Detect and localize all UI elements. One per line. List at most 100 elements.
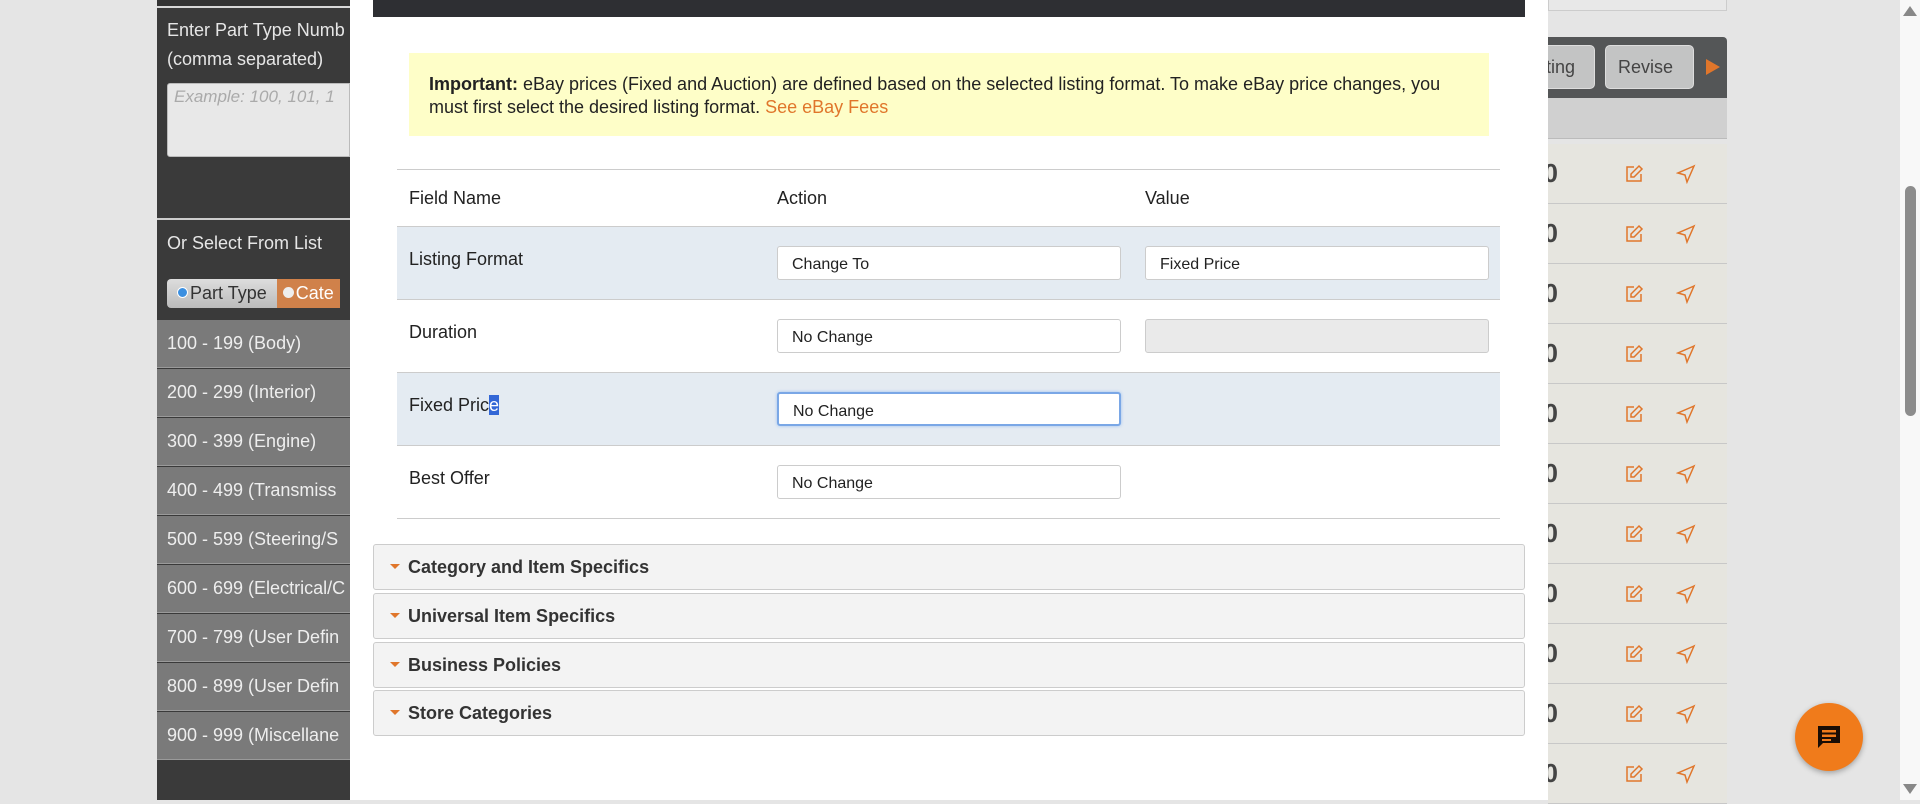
send-icon[interactable] [1676,464,1696,484]
selected-text: e [489,395,500,415]
row-value: 0 [1548,278,1558,308]
row-value: 0 [1548,518,1558,548]
edit-icon[interactable] [1624,284,1644,304]
list-type-toggle: Part Type Cate [167,279,340,308]
part-type-radio[interactable]: Part Type [167,279,277,308]
listing-row: 0 [1548,144,1727,204]
listing-row: 0 [1548,624,1727,684]
send-icon[interactable] [1676,284,1696,304]
send-icon[interactable] [1676,164,1696,184]
send-icon[interactable] [1676,704,1696,724]
radio-selected-icon [177,287,188,298]
chat-button[interactable] [1795,703,1863,771]
row-value: 0 [1548,698,1558,728]
action-select[interactable]: No Change [777,465,1121,499]
list-item[interactable]: 600 - 699 (Electrical/C [157,565,350,613]
listing-row: 0 [1548,444,1727,504]
notice-label: Important: [429,74,518,94]
row-value: 0 [1548,638,1558,668]
row-value: 0 [1548,398,1558,428]
section-business-policies[interactable]: Business Policies [373,642,1525,688]
edit-icon[interactable] [1624,464,1644,484]
list-item[interactable]: 400 - 499 (Transmiss [157,467,350,515]
list-item[interactable]: 900 - 999 (Miscellane [157,712,350,760]
panel-top [1548,0,1727,11]
section-title: Universal Item Specifics [408,606,616,626]
list-item[interactable]: 700 - 799 (User Defin [157,614,350,662]
field-name: Listing Format [409,249,524,269]
column-value: Value [1145,188,1190,208]
action-select[interactable]: No Change [777,319,1121,353]
list-item[interactable]: 500 - 599 (Steering/S [157,516,350,564]
category-radio[interactable]: Cate [276,279,340,308]
edit-icon[interactable] [1624,584,1644,604]
section-universal-item-specifics[interactable]: Universal Item Specifics [373,593,1525,639]
part-type-sidebar: Enter Part Type Numb (comma separated) E… [157,0,350,800]
row-value: 0 [1548,758,1558,788]
listings-panel: ting Revise 0 0 0 0 0 0 0 0 0 0 0 [1531,0,1727,804]
send-icon[interactable] [1676,344,1696,364]
scrollbar-thumb[interactable] [1905,186,1916,416]
column-field-name: Field Name [409,188,502,208]
edit-icon[interactable] [1624,404,1644,424]
section-title: Business Policies [408,655,562,675]
row-value: 0 [1548,458,1558,488]
listing-row: 0 [1548,324,1727,384]
category-radio-label: Cate [295,283,334,303]
field-name-text: Fixed Pric [409,395,490,415]
action-select[interactable]: Change To [777,246,1121,280]
radio-icon [282,287,294,298]
section-title: Category and Item Specifics [408,557,650,577]
table-row: Fixed Price No Change [397,373,1500,446]
part-type-input[interactable]: Example: 100, 101, 1 [167,83,350,157]
scroll-down-icon[interactable] [1903,784,1917,794]
field-name: Fixed Price [409,395,500,416]
listing-toolbar: ting Revise [1531,37,1727,98]
revise-modal: Important: eBay prices (Fixed and Auctio… [350,0,1548,800]
list-item[interactable]: 100 - 199 (Body) [157,320,350,368]
column-action: Action [777,188,828,208]
scroll-up-icon[interactable] [1903,6,1917,16]
listing-row: 0 [1548,504,1727,564]
field-name: Duration [409,322,478,342]
row-value: 0 [1548,218,1558,248]
listing-row: 0 [1548,384,1727,444]
part-type-label: Enter Part Type Numb [167,20,345,40]
page-scrollbar[interactable] [1900,0,1920,800]
listing-row: 0 [1548,684,1727,744]
edit-icon[interactable] [1624,704,1644,724]
value-select[interactable]: Fixed Price [1145,246,1489,280]
edit-icon[interactable] [1624,224,1644,244]
edit-icon[interactable] [1624,524,1644,544]
table-row: Duration No Change [397,300,1500,373]
listing-row: 0 [1548,264,1727,324]
row-value: 0 [1548,338,1558,368]
notice-text: eBay prices (Fixed and Auction) are defi… [429,74,1441,117]
send-icon[interactable] [1676,524,1696,544]
list-item[interactable]: 800 - 899 (User Defin [157,663,350,711]
revise-fields-table: Field Name Action Value Listing Format C… [397,169,1500,519]
edit-icon[interactable] [1624,644,1644,664]
ebay-fees-link[interactable]: See eBay Fees [765,97,888,117]
list-item[interactable]: 300 - 399 (Engine) [157,418,350,466]
list-item[interactable]: 200 - 299 (Interior) [157,369,350,417]
edit-icon[interactable] [1624,764,1644,784]
listing-row: 0 [1548,204,1727,264]
send-icon[interactable] [1676,584,1696,604]
send-icon[interactable] [1676,644,1696,664]
row-value: 0 [1548,578,1558,608]
section-title: Store Categories [408,703,553,723]
edit-icon[interactable] [1624,164,1644,184]
edit-icon[interactable] [1624,344,1644,364]
revise-button[interactable]: Revise [1605,45,1694,89]
table-row: Listing Format Change To Fixed Price [397,227,1500,300]
send-icon[interactable] [1676,404,1696,424]
send-icon[interactable] [1676,224,1696,244]
scroll-right-arrow-icon[interactable] [1706,59,1720,75]
section-store-categories[interactable]: Store Categories [373,690,1525,736]
caret-down-icon [390,662,400,667]
send-icon[interactable] [1676,764,1696,784]
action-select[interactable]: No Change [777,392,1121,426]
part-type-radio-label: Part Type [190,283,267,303]
section-category-item-specifics[interactable]: Category and Item Specifics [373,544,1525,590]
